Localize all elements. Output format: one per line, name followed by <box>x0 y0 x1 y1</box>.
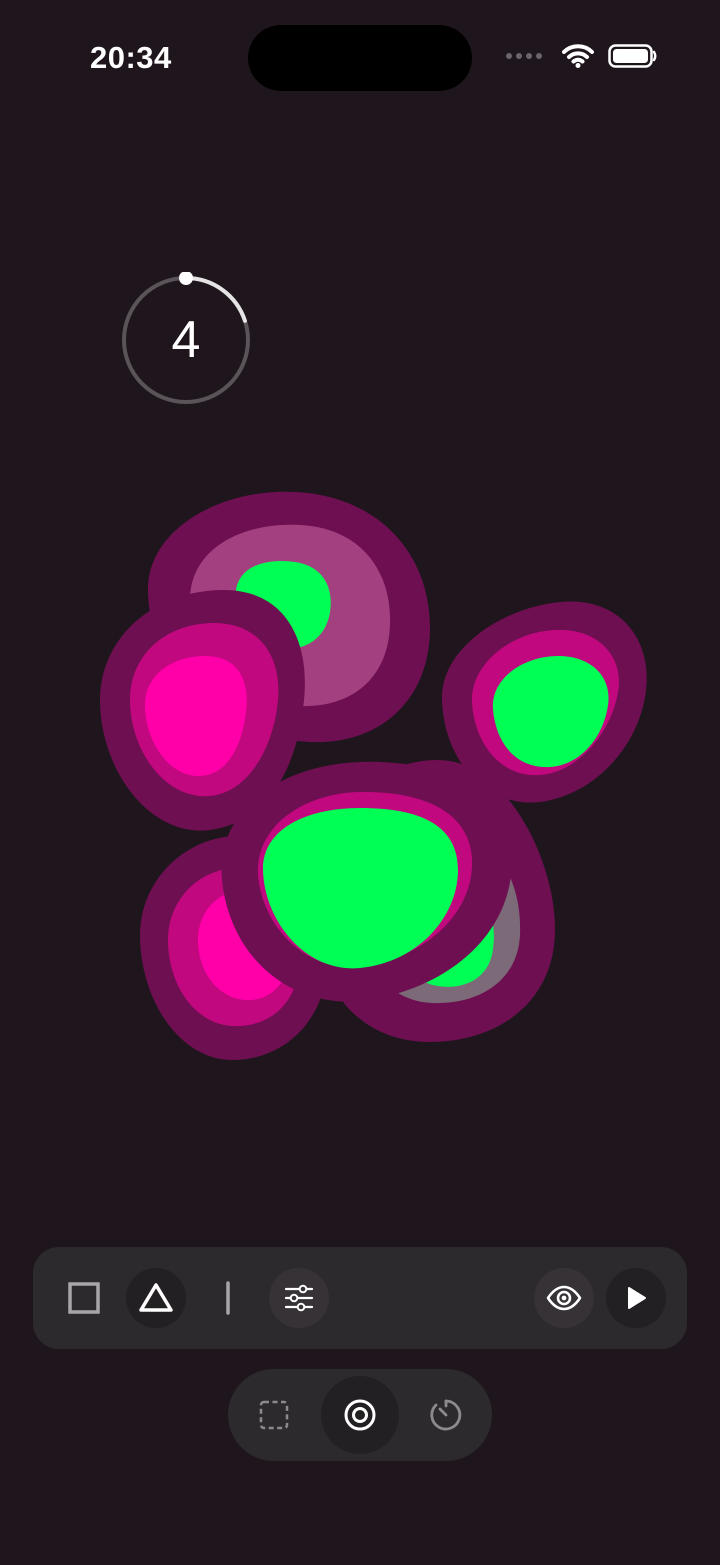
blob-canvas[interactable] <box>0 470 720 1090</box>
sliders-icon <box>284 1284 314 1312</box>
line-icon <box>226 1281 230 1315</box>
play-button[interactable] <box>606 1268 666 1328</box>
dynamic-island <box>248 25 472 91</box>
triangle-tool-button[interactable] <box>126 1268 186 1328</box>
battery-icon <box>608 44 657 68</box>
eye-icon <box>546 1285 582 1311</box>
shape-toolbar <box>33 1247 687 1349</box>
dashed-square-icon <box>259 1400 289 1430</box>
target-icon <box>344 1399 376 1431</box>
preview-button[interactable] <box>534 1268 594 1328</box>
timer-icon <box>430 1399 462 1431</box>
square-tool-button[interactable] <box>54 1268 114 1328</box>
adjustments-button[interactable] <box>269 1268 329 1328</box>
target-mode-button[interactable] <box>321 1376 399 1454</box>
play-icon <box>628 1287 646 1309</box>
countdown-counter: 4 <box>118 271 254 408</box>
app-screen: 20:34 4 <box>0 0 720 1565</box>
timer-mode-button[interactable] <box>407 1376 485 1454</box>
line-tool-button[interactable] <box>198 1268 258 1328</box>
wifi-icon <box>562 44 594 68</box>
selection-mode-button[interactable] <box>235 1376 313 1454</box>
status-time: 20:34 <box>90 40 172 75</box>
status-icons <box>506 44 658 68</box>
cellular-signal-icon <box>506 53 542 59</box>
counter-value: 4 <box>171 311 201 369</box>
triangle-icon <box>139 1283 173 1312</box>
mode-selector <box>228 1369 492 1461</box>
square-icon <box>68 1282 100 1314</box>
